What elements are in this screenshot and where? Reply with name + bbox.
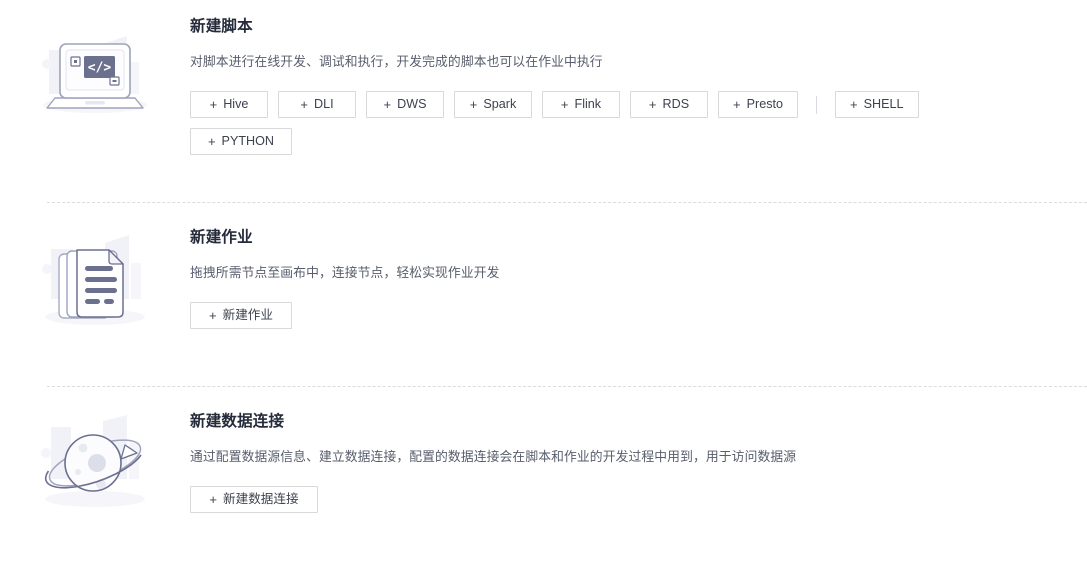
section-description-new-data-connection: 通过配置数据源信息、建立数据连接，配置的数据连接会在脚本和作业的开发过程中用到，… <box>190 449 797 464</box>
create-dws-script-button[interactable]: + DWS <box>366 91 444 118</box>
button-label: Presto <box>746 97 783 112</box>
plus-icon: + <box>209 308 217 323</box>
button-label: Spark <box>483 97 517 112</box>
create-presto-script-button[interactable]: + Presto <box>718 91 798 118</box>
button-label: Hive <box>223 97 249 112</box>
plus-icon: + <box>209 492 218 507</box>
create-shell-script-button[interactable]: + SHELL <box>835 91 919 118</box>
create-python-script-button[interactable]: + PYTHON <box>190 128 292 155</box>
create-data-connection-button[interactable]: + 新建数据连接 <box>190 486 318 513</box>
button-label: Flink <box>574 97 602 112</box>
plus-icon: + <box>469 97 478 112</box>
laptop-code-illustration: </> <box>42 36 147 113</box>
plus-icon: + <box>207 134 216 149</box>
create-job-button[interactable]: + 新建作业 <box>190 302 292 329</box>
section-illustration-new-data-connection <box>0 387 190 525</box>
create-spark-script-button[interactable]: + Spark <box>454 91 532 118</box>
button-label: 新建数据连接 <box>223 492 299 507</box>
button-label: SHELL <box>863 97 904 112</box>
button-label: DWS <box>397 97 427 112</box>
page-title-new-script: 新建脚本 <box>190 18 253 35</box>
section-description-new-script: 对脚本进行在线开发、调试和执行，开发完成的脚本也可以在作业中执行 <box>190 54 603 69</box>
section-content-new-script: 新建脚本 对脚本进行在线开发、调试和执行，开发完成的脚本也可以在作业中执行 + … <box>190 0 1087 155</box>
section-new-data-connection: 新建数据连接 通过配置数据源信息、建立数据连接，配置的数据连接会在脚本和作业的开… <box>0 387 1087 577</box>
button-label: 新建作业 <box>222 308 273 323</box>
plus-icon: + <box>733 97 741 112</box>
plus-icon: + <box>209 97 218 112</box>
create-flink-script-button[interactable]: + Flink <box>542 91 620 118</box>
button-label: RDS <box>662 97 690 112</box>
plus-icon: + <box>300 97 308 112</box>
button-label: PYTHON <box>221 134 275 149</box>
create-rds-script-button[interactable]: + RDS <box>630 91 708 118</box>
new-job-button-row: + 新建作业 <box>190 302 1030 329</box>
button-label: DLI <box>313 97 334 112</box>
script-type-button-row: + Hive + DLI + DWS + Spark + Flink + RDS… <box>190 91 1030 155</box>
section-illustration-new-job <box>0 203 190 341</box>
documents-illustration <box>42 235 145 325</box>
page-title-new-data-connection: 新建数据连接 <box>190 413 285 430</box>
plus-icon: + <box>850 97 858 112</box>
section-new-script: </> 新建脚本 对脚本进行在线开发、调试和执行，开发完成的脚本也可以在作业中执… <box>0 0 1087 202</box>
new-data-connection-button-row: + 新建数据连接 <box>190 486 1030 513</box>
section-illustration-new-script: </> <box>0 0 190 128</box>
section-content-new-job: 新建作业 拖拽所需节点至画布中，连接节点，轻松实现作业开发 + 新建作业 <box>190 203 1087 329</box>
plus-icon: + <box>560 97 569 112</box>
planet-illustration <box>41 415 145 507</box>
svg-text:</>: </> <box>88 61 112 76</box>
create-dli-script-button[interactable]: + DLI <box>278 91 356 118</box>
section-content-new-data-connection: 新建数据连接 通过配置数据源信息、建立数据连接，配置的数据连接会在脚本和作业的开… <box>190 387 1087 513</box>
plus-icon: + <box>383 97 392 112</box>
section-new-job: 新建作业 拖拽所需节点至画布中，连接节点，轻松实现作业开发 + 新建作业 <box>0 203 1087 386</box>
button-group-divider <box>816 95 817 114</box>
page-title-new-job: 新建作业 <box>190 229 253 246</box>
create-hive-script-button[interactable]: + Hive <box>190 91 268 118</box>
section-description-new-job: 拖拽所需节点至画布中，连接节点，轻松实现作业开发 <box>190 265 500 280</box>
plus-icon: + <box>648 97 657 112</box>
new-resource-launcher-page: </> 新建脚本 对脚本进行在线开发、调试和执行，开发完成的脚本也可以在作业中执… <box>0 0 1087 578</box>
